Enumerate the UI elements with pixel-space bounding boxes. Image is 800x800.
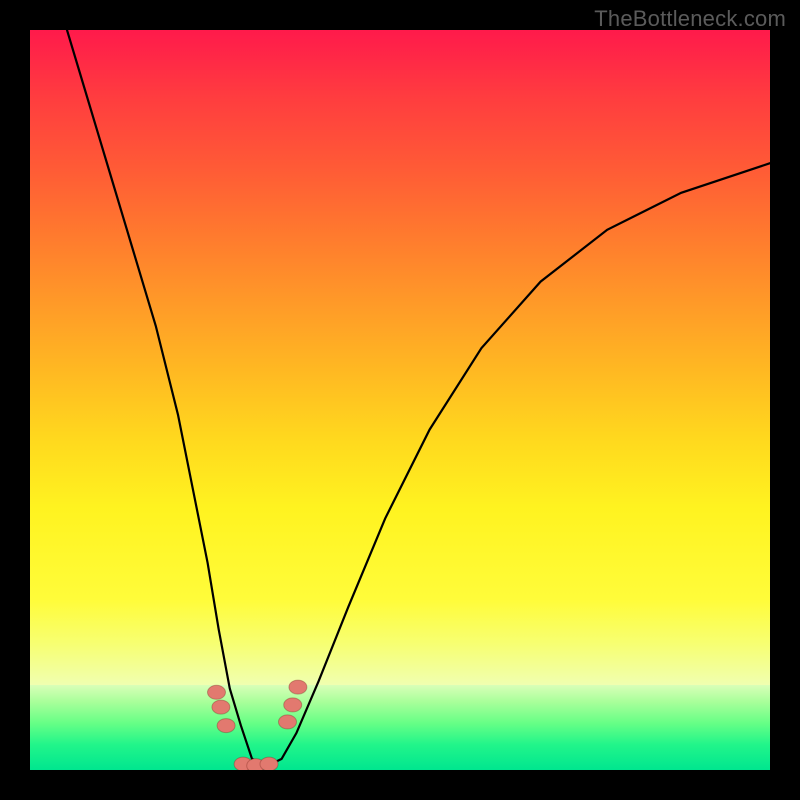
data-marker [217, 719, 235, 733]
data-marker [279, 715, 297, 729]
data-marker [208, 685, 226, 699]
data-marker [260, 757, 278, 770]
plot-area [30, 30, 770, 770]
data-marker [212, 700, 230, 714]
data-marker [284, 698, 302, 712]
marker-group [208, 680, 307, 770]
bottleneck-curve [67, 30, 770, 766]
watermark-text: TheBottleneck.com [594, 6, 786, 32]
curve-layer [30, 30, 770, 770]
data-marker [289, 680, 307, 694]
chart-frame: TheBottleneck.com [0, 0, 800, 800]
